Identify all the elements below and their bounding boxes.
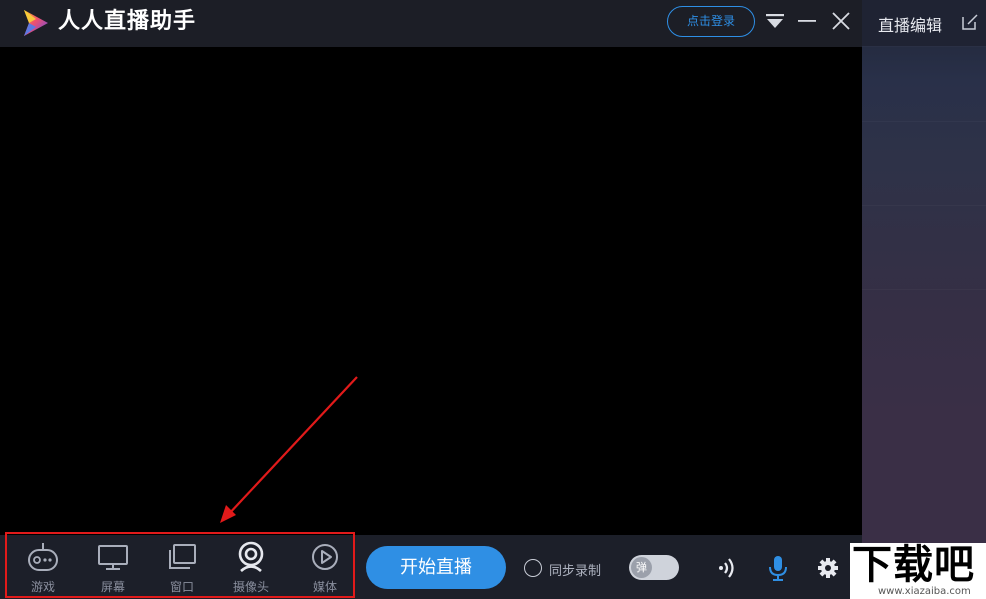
close-icon	[832, 12, 850, 30]
sidebar-header: 直播编辑	[862, 0, 986, 47]
dropdown-menu-button[interactable]	[764, 10, 786, 32]
source-screen-label: 屏幕	[100, 580, 125, 594]
preview-area[interactable]	[0, 47, 862, 535]
start-stream-button[interactable]: 开始直播	[366, 546, 506, 589]
bottom-toolbar: 游戏 屏幕 窗口 摄像头 媒体 开始直播 同步录制 弹	[0, 532, 862, 599]
minimize-button[interactable]	[796, 10, 818, 32]
monitor-icon	[98, 545, 128, 570]
play-icon	[312, 544, 338, 570]
gamepad-icon	[28, 543, 58, 571]
source-camera-button[interactable]: 摄像头	[221, 537, 281, 595]
settings-gear-icon[interactable]	[816, 555, 840, 581]
barrage-toggle[interactable]: 弹	[629, 555, 679, 580]
watermark-url: www.xiazaiba.com	[878, 586, 971, 597]
app-logo-icon	[24, 10, 48, 36]
barrage-toggle-knob: 弹	[631, 557, 652, 578]
source-game-button[interactable]: 游戏	[13, 537, 73, 595]
source-game-label: 游戏	[30, 580, 55, 594]
source-window-label: 窗口	[169, 580, 194, 594]
login-button[interactable]: 点击登录	[667, 6, 755, 37]
window-icon	[169, 544, 196, 569]
sidebar-row	[862, 122, 986, 206]
edit-icon[interactable]	[961, 13, 979, 31]
source-selector-highlight: 游戏 屏幕 窗口 摄像头 媒体	[5, 532, 355, 598]
source-media-button[interactable]: 媒体	[295, 537, 355, 595]
stream-edit-panel: 直播编辑	[862, 0, 986, 599]
webcam-icon	[238, 541, 264, 573]
source-window-button[interactable]: 窗口	[152, 537, 212, 595]
speaker-volume-icon[interactable]	[716, 555, 740, 581]
menu-dropdown-icon	[766, 14, 784, 28]
app-title: 人人直播助手	[58, 9, 197, 34]
title-bar: 人人直播助手 点击登录	[0, 0, 862, 47]
source-camera-label: 摄像头	[232, 580, 269, 594]
source-screen-button[interactable]: 屏幕	[83, 537, 143, 595]
watermark-logo-text: 下载吧	[852, 542, 975, 588]
microphone-icon[interactable]	[766, 555, 790, 581]
sync-record-radio[interactable]	[524, 559, 542, 577]
site-watermark: 下载吧 www.xiazaiba.com	[850, 542, 986, 599]
sidebar-row	[862, 48, 986, 122]
sidebar-row	[862, 206, 986, 290]
close-button[interactable]	[830, 10, 852, 32]
source-media-label: 媒体	[312, 580, 337, 594]
sidebar-title: 直播编辑	[878, 16, 943, 35]
sync-record-label: 同步录制	[549, 564, 602, 579]
minimize-icon	[798, 20, 816, 22]
